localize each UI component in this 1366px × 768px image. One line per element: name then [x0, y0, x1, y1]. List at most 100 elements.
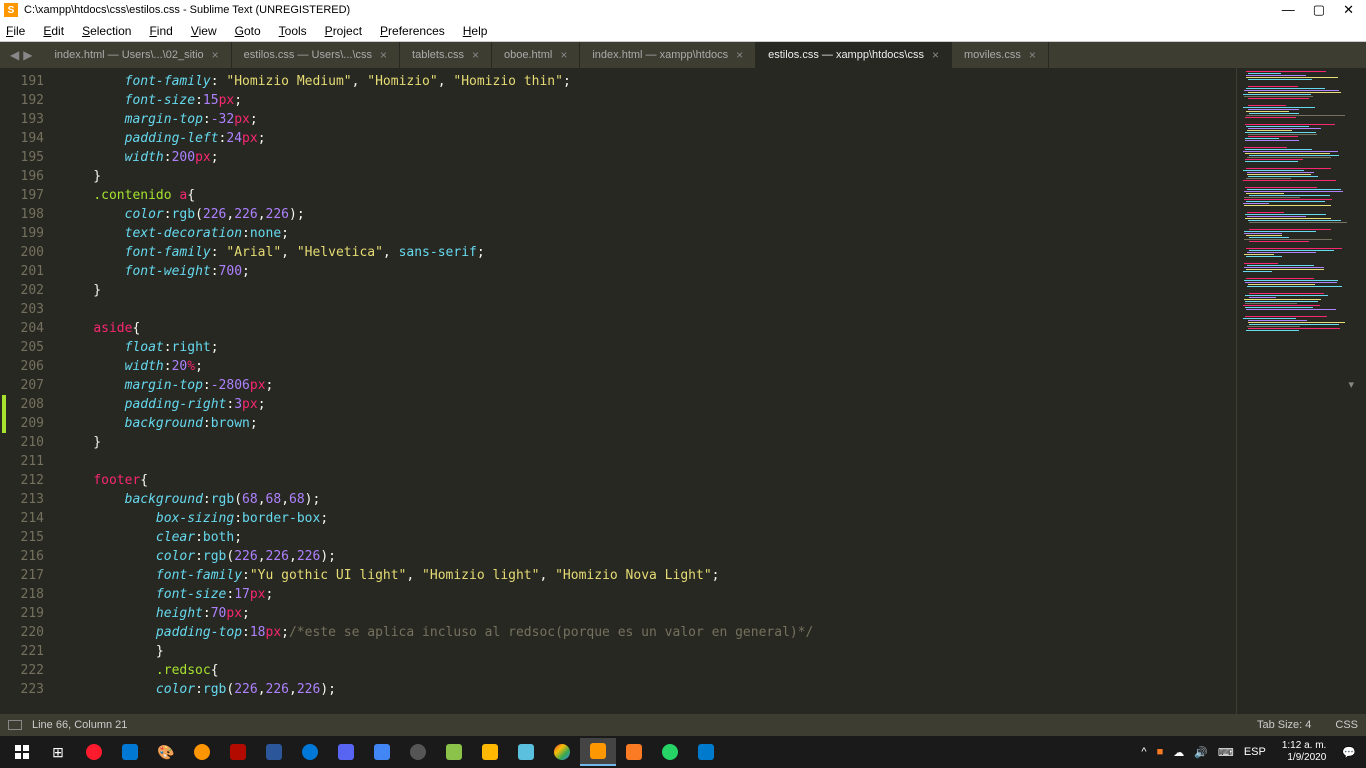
code-line: color:rgb(226,226,226); [62, 547, 1236, 566]
code-line: float:right; [62, 338, 1236, 357]
xampp-icon[interactable] [616, 738, 652, 766]
line-number: 191 [0, 72, 44, 91]
code-line: font-weight:700; [62, 262, 1236, 281]
tab-overflow-icon[interactable]: ▾ [1348, 378, 1354, 391]
title-bar: S C:\xampp\htdocs\css\estilos.css - Subl… [0, 0, 1366, 20]
menu-project[interactable]: Project [325, 24, 362, 38]
status-bar: Line 66, Column 21 Tab Size: 4 CSS [0, 714, 1366, 736]
notepad-icon[interactable] [508, 738, 544, 766]
tab-close-icon[interactable]: × [212, 48, 219, 62]
tab[interactable]: index.html — Users\...\02_sitio × [42, 42, 231, 68]
code-line: margin-top:-2806px; [62, 376, 1236, 395]
menu-selection[interactable]: Selection [82, 24, 131, 38]
code-line: } [62, 167, 1236, 186]
tab-label: index.html — Users\...\02_sitio [54, 49, 203, 61]
line-number: 203 [0, 300, 44, 319]
maximize-button[interactable]: ▢ [1313, 2, 1325, 18]
status-panel-icon[interactable] [8, 720, 22, 730]
start-button[interactable] [4, 738, 40, 766]
tab[interactable]: estilos.css — Users\...\css× [232, 42, 400, 68]
menu-goto[interactable]: Goto [235, 24, 261, 38]
line-number: 199 [0, 224, 44, 243]
tab-close-icon[interactable]: × [736, 48, 743, 62]
line-number: 201 [0, 262, 44, 281]
chrome-icon[interactable] [544, 738, 580, 766]
edge-icon[interactable] [292, 738, 328, 766]
code-line: box-sizing:border-box; [62, 509, 1236, 528]
tab[interactable]: moviles.css× [952, 42, 1049, 68]
line-number: 222 [0, 661, 44, 680]
app-icon-2[interactable] [364, 738, 400, 766]
code-line [62, 452, 1236, 471]
tray-expand-icon[interactable]: ^ [1141, 746, 1146, 758]
code-line: width:200px; [62, 148, 1236, 167]
menu-tools[interactable]: Tools [279, 24, 307, 38]
tab-label: oboe.html [504, 49, 552, 61]
adobe-icon[interactable] [220, 738, 256, 766]
tab-prev-icon[interactable]: ◀ [10, 48, 19, 62]
code-line: margin-top:-32px; [62, 110, 1236, 129]
tab-close-icon[interactable]: × [560, 48, 567, 62]
code-line: height:70px; [62, 604, 1236, 623]
menu-edit[interactable]: Edit [43, 24, 64, 38]
tab-size[interactable]: Tab Size: 4 [1257, 719, 1311, 731]
line-number: 219 [0, 604, 44, 623]
line-number: 194 [0, 129, 44, 148]
tray-volume-icon[interactable]: 🔊 [1194, 746, 1208, 759]
line-number: 216 [0, 547, 44, 566]
code-line: color:rgb(226,226,226); [62, 205, 1236, 224]
firefox-icon[interactable] [184, 738, 220, 766]
code-line: font-family: "Homizio Medium", "Homizio"… [62, 72, 1236, 91]
line-number: 192 [0, 91, 44, 110]
code-line: aside{ [62, 319, 1236, 338]
code-line: } [62, 642, 1236, 661]
menu-view[interactable]: View [191, 24, 217, 38]
task-view-icon[interactable]: ⊞ [40, 738, 76, 766]
tray-cloud-icon[interactable]: ☁ [1173, 746, 1184, 759]
code-line: color:rgb(226,226,226); [62, 680, 1236, 699]
explorer-icon[interactable] [472, 738, 508, 766]
menu-preferences[interactable]: Preferences [380, 24, 445, 38]
code-content[interactable]: font-family: "Homizio Medium", "Homizio"… [56, 68, 1236, 714]
menu-file[interactable]: File [6, 24, 25, 38]
tab-close-icon[interactable]: × [932, 48, 939, 62]
tab[interactable]: index.html — xampp\htdocs× [580, 42, 756, 68]
opera-icon[interactable] [76, 738, 112, 766]
tray-keyboard-icon[interactable]: ⌨ [1218, 746, 1234, 759]
code-line: footer{ [62, 471, 1236, 490]
cursor-position: Line 66, Column 21 [32, 719, 127, 731]
tray-xampp-icon[interactable]: ■ [1157, 746, 1164, 758]
input-language[interactable]: ESP [1244, 746, 1266, 758]
mail-icon[interactable] [112, 738, 148, 766]
menu-help[interactable]: Help [463, 24, 488, 38]
app-icon-3[interactable] [400, 738, 436, 766]
code-line: padding-right:3px; [62, 395, 1236, 414]
whatsapp-icon[interactable] [652, 738, 688, 766]
menu-find[interactable]: Find [149, 24, 172, 38]
tab-bar: ◀ ▶ index.html — Users\...\02_sitio×esti… [0, 42, 1366, 68]
sublime-icon[interactable] [580, 738, 616, 766]
word-icon[interactable] [256, 738, 292, 766]
tab-label: estilos.css — xampp\htdocs\css [768, 49, 924, 61]
tab-close-icon[interactable]: × [1029, 48, 1036, 62]
editor-area: 1911921931941951961971981992002012022032… [0, 68, 1366, 714]
tab[interactable]: oboe.html × [492, 42, 580, 68]
tab-close-icon[interactable]: × [472, 48, 479, 62]
app-icon-1[interactable] [328, 738, 364, 766]
tab-close-icon[interactable]: × [380, 48, 387, 62]
tab[interactable]: estilos.css — xampp\htdocs\css × [756, 42, 952, 68]
clock[interactable]: 1:12 a. m.1/9/2020 [1276, 740, 1332, 764]
paint-icon[interactable]: 🎨 [148, 738, 184, 766]
app-icon: S [4, 3, 18, 17]
line-number: 202 [0, 281, 44, 300]
minimize-button[interactable]: — [1282, 2, 1295, 18]
tab-label: tablets.css [412, 49, 464, 61]
line-number: 218 [0, 585, 44, 604]
vscode-icon[interactable] [688, 738, 724, 766]
app-icon-4[interactable] [436, 738, 472, 766]
code-line: font-size:15px; [62, 91, 1236, 110]
tab[interactable]: tablets.css × [400, 42, 492, 68]
line-number: 221 [0, 642, 44, 661]
tab-next-icon[interactable]: ▶ [23, 48, 32, 62]
line-number: 208 [0, 395, 44, 414]
